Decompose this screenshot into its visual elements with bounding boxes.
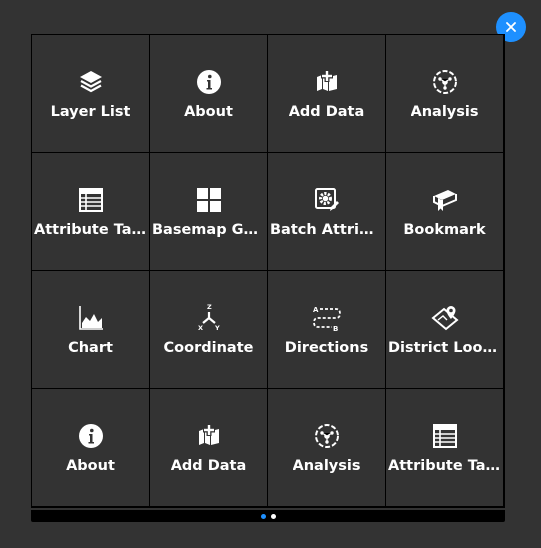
table-icon <box>430 421 460 451</box>
add-data-icon <box>312 67 342 97</box>
info-icon <box>76 421 106 451</box>
xyz-axes-icon: Z X Y <box>194 303 224 333</box>
batch-gear-icon <box>312 185 342 215</box>
svg-text:A: A <box>313 306 319 314</box>
svg-text:Z: Z <box>207 303 212 311</box>
basemap-grid-icon <box>194 185 224 215</box>
widget-tile-add-data[interactable]: Add Data <box>268 35 385 152</box>
analysis-icon <box>312 421 342 451</box>
bookmark-icon <box>430 185 460 215</box>
widget-tile-batch-attribute[interactable]: Batch Attribu... <box>268 153 385 270</box>
svg-text:Y: Y <box>214 324 220 332</box>
widget-tile-layer-list[interactable]: Layer List <box>32 35 149 152</box>
widget-panel: Layer List About Add Data Analysis Attri… <box>31 34 505 508</box>
widget-tile-label: Coordinate <box>163 339 254 356</box>
widget-tile-add-data[interactable]: Add Data <box>150 389 267 506</box>
page-dot-1[interactable] <box>260 513 266 519</box>
widget-tile-label: About <box>184 103 233 120</box>
info-icon <box>194 67 224 97</box>
widget-tile-label: Attribute Table <box>34 221 147 238</box>
widget-tile-attribute-table[interactable]: Attribute Table <box>32 153 149 270</box>
analysis-icon <box>430 67 460 97</box>
widget-tile-analysis[interactable]: Analysis <box>268 389 385 506</box>
widget-grid: Layer List About Add Data Analysis Attri… <box>31 34 505 508</box>
widget-tile-label: Analysis <box>410 103 479 120</box>
map-pin-icon <box>430 303 460 333</box>
widget-tile-directions[interactable]: A B Directions <box>268 271 385 388</box>
widget-tile-coordinate[interactable]: Z X Y Coordinate <box>150 271 267 388</box>
widget-tile-label: Chart <box>68 339 113 356</box>
close-icon <box>506 22 516 32</box>
page-indicator <box>31 510 505 522</box>
page-dot-2[interactable] <box>270 513 276 519</box>
layers-icon <box>76 67 106 97</box>
svg-text:X: X <box>198 324 203 332</box>
widget-tile-bookmark[interactable]: Bookmark <box>386 153 503 270</box>
widget-tile-district-lookup[interactable]: District Lookup <box>386 271 503 388</box>
widget-tile-basemap-gallery[interactable]: Basemap Gall... <box>150 153 267 270</box>
widget-tile-label: Analysis <box>292 457 361 474</box>
widget-tile-attribute-table[interactable]: Attribute Table <box>386 389 503 506</box>
widget-tile-chart[interactable]: Chart <box>32 271 149 388</box>
widget-tile-about[interactable]: About <box>150 35 267 152</box>
widget-tile-about[interactable]: About <box>32 389 149 506</box>
widget-tile-label: Add Data <box>288 103 365 120</box>
table-icon <box>76 185 106 215</box>
chart-icon <box>76 303 106 333</box>
widget-tile-label: Bookmark <box>403 221 486 238</box>
widget-tile-label: Layer List <box>50 103 131 120</box>
widget-tile-label: District Lookup <box>388 339 501 356</box>
widget-tile-label: Add Data <box>170 457 247 474</box>
directions-icon: A B <box>312 303 342 333</box>
widget-tile-analysis[interactable]: Analysis <box>386 35 503 152</box>
svg-text:B: B <box>333 325 338 333</box>
widget-tile-label: Basemap Gall... <box>152 221 265 238</box>
widget-tile-label: Batch Attribu... <box>270 221 383 238</box>
widget-tile-label: Attribute Table <box>388 457 501 474</box>
widget-tile-label: Directions <box>284 339 369 356</box>
widget-tile-label: About <box>66 457 115 474</box>
add-data-icon <box>194 421 224 451</box>
